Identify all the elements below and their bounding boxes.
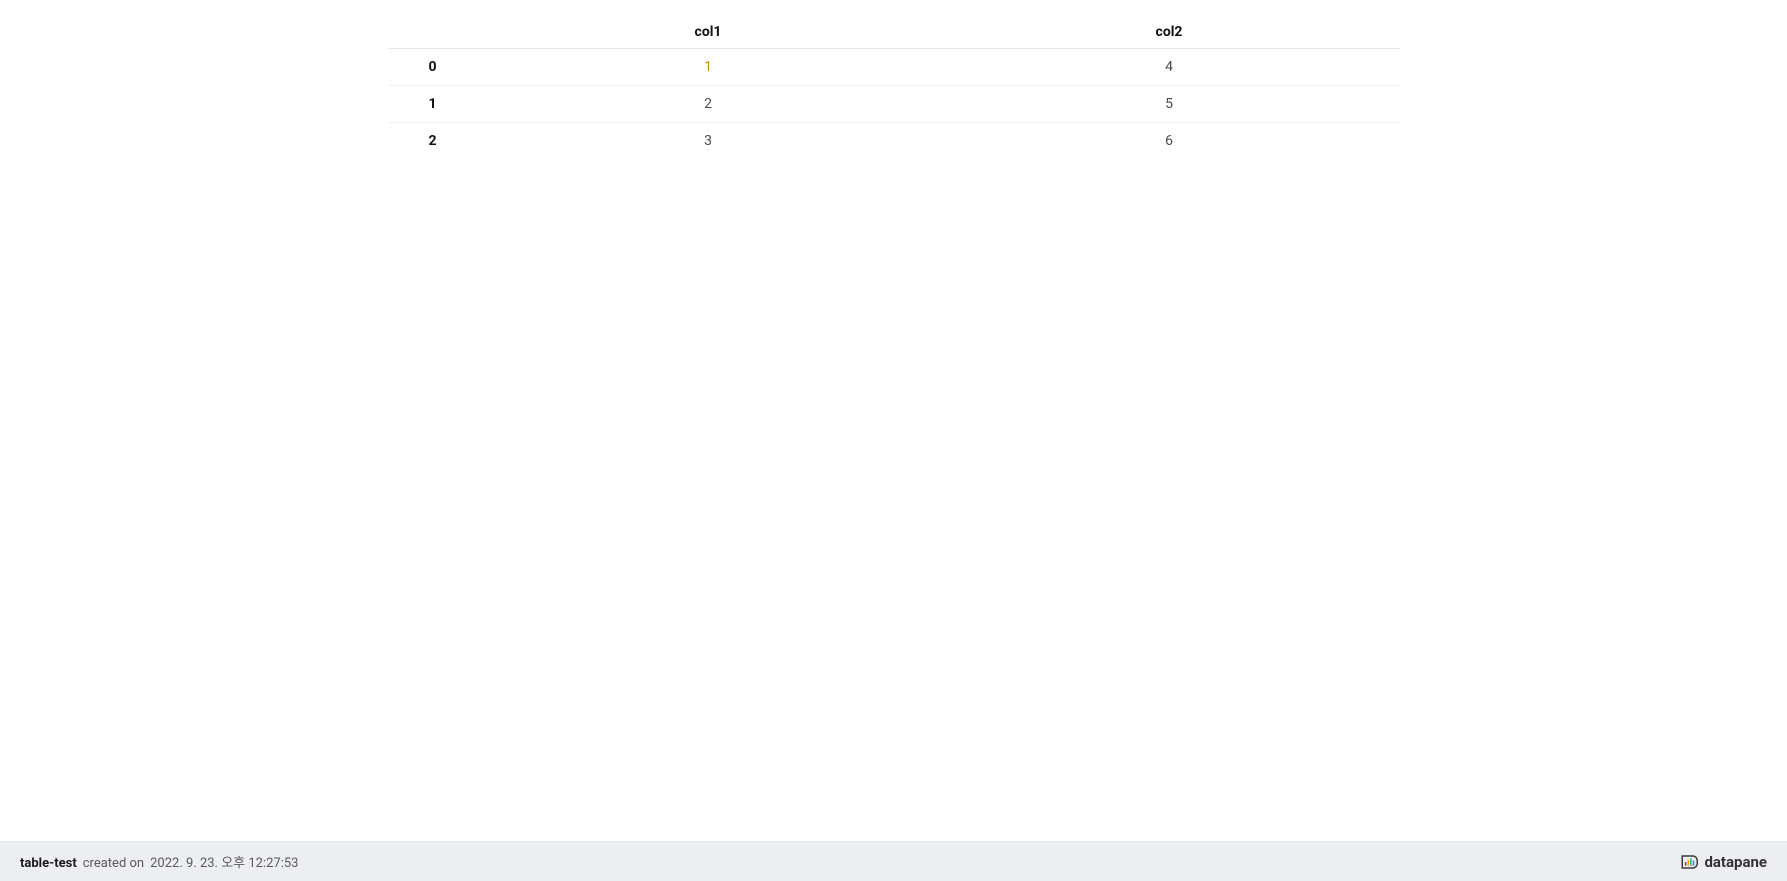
row-index: 1 (388, 86, 478, 123)
cell-col1: 1 (478, 49, 939, 86)
table-row: 2 3 6 (388, 123, 1400, 160)
cell-col2: 5 (939, 86, 1400, 123)
footer-bar: table-test created on 2022. 9. 23. 오후 12… (0, 841, 1787, 881)
table-header-row: col1 col2 (388, 16, 1400, 49)
data-table: col1 col2 0 1 4 1 2 5 (388, 16, 1400, 159)
header-index (388, 16, 478, 49)
brand-name: datapane (1704, 853, 1767, 871)
cell-col1: 3 (478, 123, 939, 160)
table-row: 1 2 5 (388, 86, 1400, 123)
header-col1: col1 (478, 16, 939, 49)
cell-col2: 4 (939, 49, 1400, 86)
table-container: col1 col2 0 1 4 1 2 5 (388, 16, 1400, 159)
report-title: table-test (20, 856, 77, 871)
row-index: 0 (388, 49, 478, 86)
brand-link[interactable]: datapane (1680, 853, 1767, 871)
cell-col1: 2 (478, 86, 939, 123)
row-index: 2 (388, 123, 478, 160)
created-on-timestamp: 2022. 9. 23. 오후 12:27:53 (150, 852, 298, 871)
table-row: 0 1 4 (388, 49, 1400, 86)
cell-col2: 6 (939, 123, 1400, 160)
datapane-logo-icon (1680, 853, 1698, 871)
footer-left: table-test created on 2022. 9. 23. 오후 12… (20, 852, 299, 871)
created-on-label: created on (83, 856, 144, 871)
main-content: col1 col2 0 1 4 1 2 5 (0, 0, 1787, 841)
header-col2: col2 (939, 16, 1400, 49)
